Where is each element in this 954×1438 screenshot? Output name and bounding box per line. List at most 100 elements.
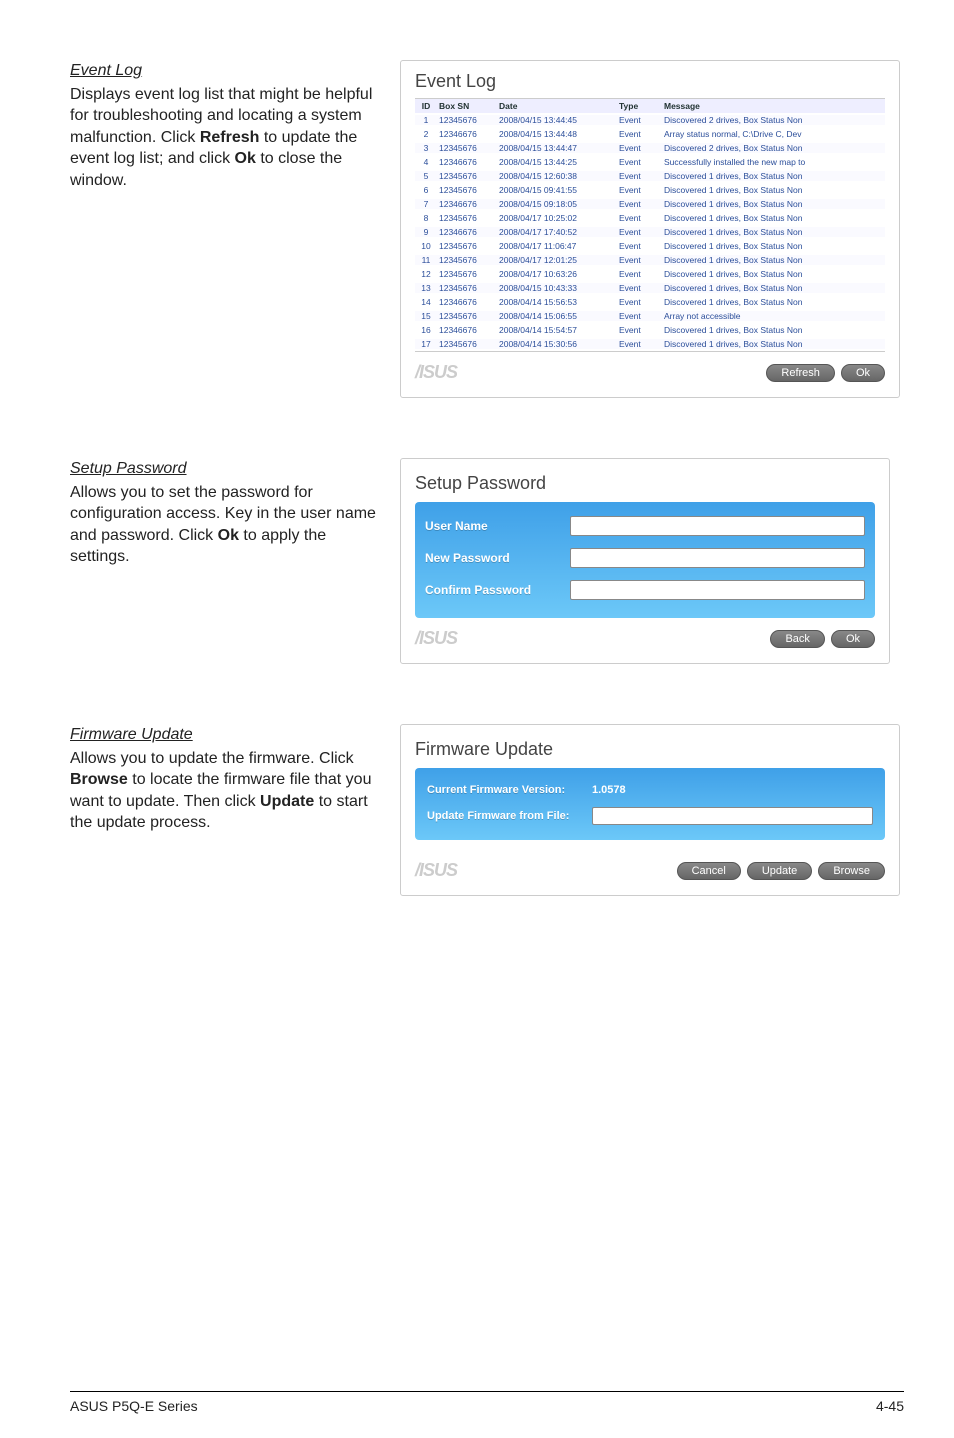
cell-msg: Discovered 1 drives, Box Status Non bbox=[662, 185, 885, 195]
cancel-button[interactable]: Cancel bbox=[677, 862, 741, 880]
cell-sn: 12345676 bbox=[437, 241, 497, 251]
cell-date: 2008/04/17 12:01:25 bbox=[497, 255, 617, 265]
event-log-footer: ISUS Refresh Ok bbox=[415, 362, 885, 383]
cell-date: 2008/04/14 15:06:55 bbox=[497, 311, 617, 321]
cell-sn: 12345676 bbox=[437, 255, 497, 265]
section-setup-password: Setup Password Allows you to set the pas… bbox=[70, 458, 904, 664]
col-type: Type bbox=[617, 101, 662, 111]
cell-id: 3 bbox=[415, 143, 437, 153]
cell-sn: 12345676 bbox=[437, 143, 497, 153]
label-confirm-password: Confirm Password bbox=[425, 583, 570, 597]
table-row: 8123456762008/04/17 10:25:02EventDiscove… bbox=[415, 211, 885, 225]
new-password-input[interactable] bbox=[570, 548, 865, 568]
event-log-bold-1: Refresh bbox=[200, 129, 260, 146]
user-name-input[interactable] bbox=[570, 516, 865, 536]
table-row: 12123456762008/04/17 10:63:26EventDiscov… bbox=[415, 267, 885, 281]
cell-msg: Array not accessible bbox=[662, 311, 885, 321]
table-row: 5123456762008/04/15 12:60:38EventDiscove… bbox=[415, 169, 885, 183]
setup-password-heading: Setup Password bbox=[70, 458, 380, 480]
cell-msg: Successfully installed the new map to bbox=[662, 157, 885, 167]
event-log-table: ID Box SN Date Type Message 112345676200… bbox=[415, 98, 885, 352]
fw-body-1: Allows you to update the firmware. Click bbox=[70, 750, 354, 767]
label-new-password: New Password bbox=[425, 551, 570, 565]
cell-type: Event bbox=[617, 227, 662, 237]
confirm-password-input[interactable] bbox=[570, 580, 865, 600]
cell-msg: Array status normal, C:\Drive C, Dev bbox=[662, 129, 885, 139]
table-row: 1123456762008/04/15 13:44:45EventDiscove… bbox=[415, 113, 885, 127]
cell-type: Event bbox=[617, 171, 662, 181]
cell-id: 17 bbox=[415, 339, 437, 349]
cell-date: 2008/04/17 10:63:26 bbox=[497, 269, 617, 279]
cell-type: Event bbox=[617, 325, 662, 335]
table-row: 14123466762008/04/14 15:56:53EventDiscov… bbox=[415, 295, 885, 309]
cell-sn: 12345676 bbox=[437, 311, 497, 321]
firmware-update-panel-title: Firmware Update bbox=[415, 739, 885, 760]
cell-date: 2008/04/17 11:06:47 bbox=[497, 241, 617, 251]
cell-id: 12 bbox=[415, 269, 437, 279]
cell-type: Event bbox=[617, 157, 662, 167]
cell-type: Event bbox=[617, 199, 662, 209]
cell-sn: 12345676 bbox=[437, 171, 497, 181]
cell-id: 6 bbox=[415, 185, 437, 195]
table-row: 2123466762008/04/15 13:44:48EventArray s… bbox=[415, 127, 885, 141]
firmware-update-form: Current Firmware Version: 1.0578 Update … bbox=[415, 768, 885, 840]
cell-type: Event bbox=[617, 339, 662, 349]
cell-date: 2008/04/14 15:56:53 bbox=[497, 297, 617, 307]
brand-logo: ISUS bbox=[415, 628, 457, 649]
cell-type: Event bbox=[617, 297, 662, 307]
cell-id: 9 bbox=[415, 227, 437, 237]
table-row: 3123456762008/04/15 13:44:47EventDiscove… bbox=[415, 141, 885, 155]
cell-sn: 12345676 bbox=[437, 283, 497, 293]
cell-date: 2008/04/15 13:44:45 bbox=[497, 115, 617, 125]
cell-type: Event bbox=[617, 255, 662, 265]
col-sn: Box SN bbox=[437, 101, 497, 111]
table-row: 11123456762008/04/17 12:01:25EventDiscov… bbox=[415, 253, 885, 267]
fw-bold-1: Browse bbox=[70, 771, 128, 788]
cell-msg: Discovered 2 drives, Box Status Non bbox=[662, 115, 885, 125]
table-row: 17123456762008/04/14 15:30:56EventDiscov… bbox=[415, 337, 885, 351]
refresh-button[interactable]: Refresh bbox=[766, 364, 835, 382]
cell-sn: 12346676 bbox=[437, 297, 497, 307]
event-log-rows: 1123456762008/04/15 13:44:45EventDiscove… bbox=[415, 113, 885, 351]
table-row: 4123466762008/04/15 13:44:25EventSuccess… bbox=[415, 155, 885, 169]
section-firmware-update: Firmware Update Allows you to update the… bbox=[70, 724, 904, 896]
cell-id: 1 bbox=[415, 115, 437, 125]
back-button[interactable]: Back bbox=[770, 630, 824, 648]
cell-sn: 12345676 bbox=[437, 185, 497, 195]
cell-date: 2008/04/15 10:43:33 bbox=[497, 283, 617, 293]
firmware-file-input[interactable] bbox=[592, 807, 873, 825]
firmware-update-heading: Firmware Update bbox=[70, 724, 380, 746]
cell-id: 2 bbox=[415, 129, 437, 139]
cell-date: 2008/04/14 15:30:56 bbox=[497, 339, 617, 349]
brand-logo: ISUS bbox=[415, 362, 457, 383]
cell-sn: 12345676 bbox=[437, 213, 497, 223]
update-button[interactable]: Update bbox=[747, 862, 812, 880]
section-event-log: Event Log Displays event log list that m… bbox=[70, 60, 904, 398]
cell-sn: 12345676 bbox=[437, 339, 497, 349]
col-msg: Message bbox=[662, 101, 885, 111]
cell-date: 2008/04/14 15:54:57 bbox=[497, 325, 617, 335]
ok-button[interactable]: Ok bbox=[841, 364, 885, 382]
cell-id: 13 bbox=[415, 283, 437, 293]
firmware-update-text: Firmware Update Allows you to update the… bbox=[70, 724, 380, 834]
setup-password-panel-title: Setup Password bbox=[415, 473, 875, 494]
col-date: Date bbox=[497, 101, 617, 111]
page-footer: ASUS P5Q-E Series 4-45 bbox=[70, 1391, 904, 1414]
event-log-text: Event Log Displays event log list that m… bbox=[70, 60, 380, 192]
footer-left: ASUS P5Q-E Series bbox=[70, 1398, 198, 1414]
setup-password-form: User Name New Password Confirm Password bbox=[415, 502, 875, 618]
cell-date: 2008/04/15 13:44:25 bbox=[497, 157, 617, 167]
cell-date: 2008/04/15 13:44:47 bbox=[497, 143, 617, 153]
cell-type: Event bbox=[617, 143, 662, 153]
ok-button[interactable]: Ok bbox=[831, 630, 875, 648]
cell-date: 2008/04/17 17:40:52 bbox=[497, 227, 617, 237]
cell-type: Event bbox=[617, 115, 662, 125]
cell-date: 2008/04/15 09:18:05 bbox=[497, 199, 617, 209]
cell-id: 10 bbox=[415, 241, 437, 251]
cell-msg: Discovered 1 drives, Box Status Non bbox=[662, 213, 885, 223]
fw-bold-2: Update bbox=[260, 793, 314, 810]
browse-button[interactable]: Browse bbox=[818, 862, 885, 880]
cell-msg: Discovered 2 drives, Box Status Non bbox=[662, 143, 885, 153]
cell-type: Event bbox=[617, 129, 662, 139]
cell-type: Event bbox=[617, 269, 662, 279]
